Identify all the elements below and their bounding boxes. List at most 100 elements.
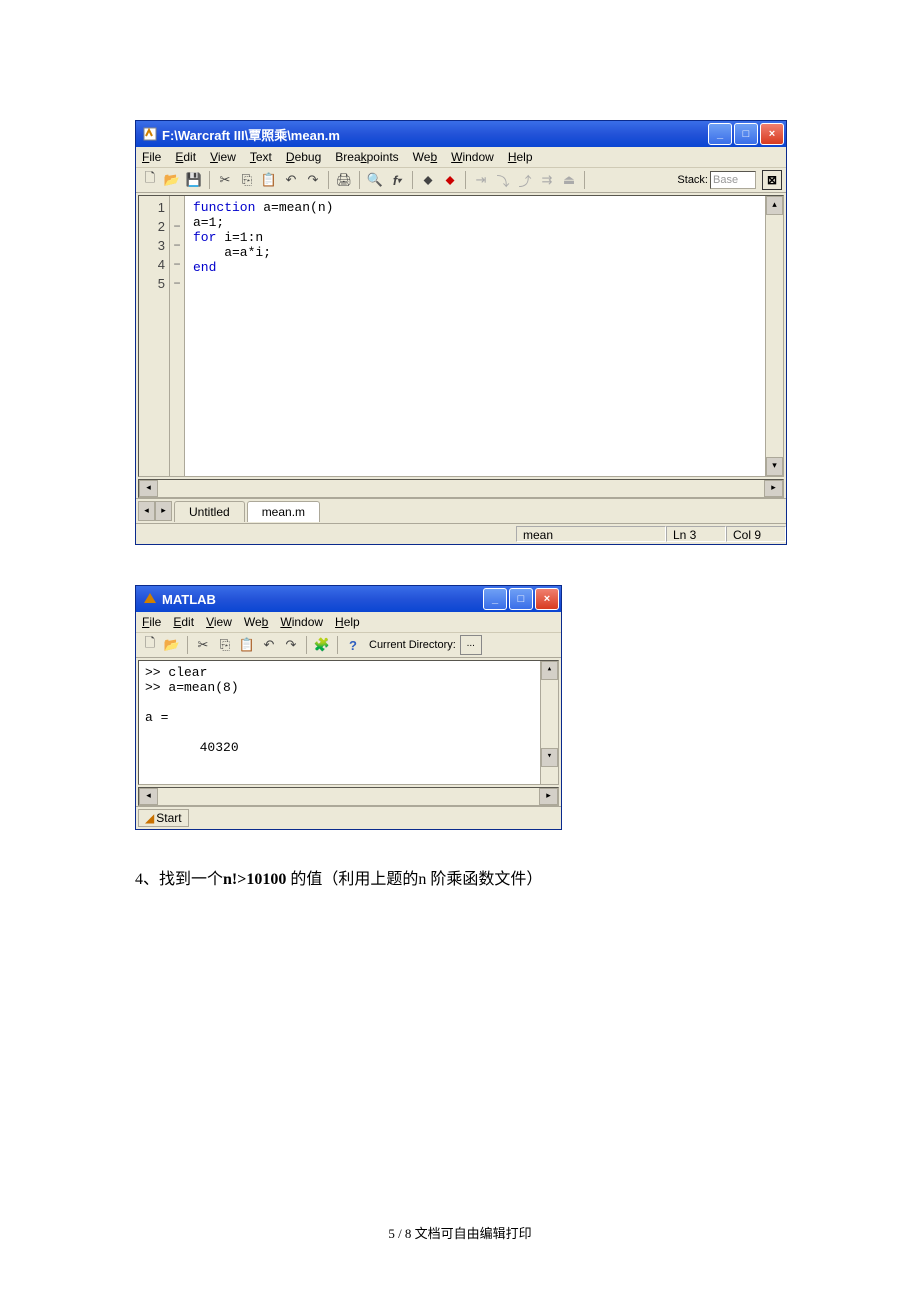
scroll-down-icon[interactable]: ▾: [541, 748, 558, 767]
scroll-down-icon[interactable]: ▾: [766, 457, 783, 476]
menu-debug[interactable]: Debug: [286, 150, 321, 164]
save-icon[interactable]: 💾: [184, 170, 204, 190]
scroll-up-icon[interactable]: ▴: [766, 196, 783, 215]
menu-view[interactable]: View: [210, 150, 236, 164]
continue-icon[interactable]: ⇉: [537, 170, 557, 190]
menu-file[interactable]: File: [142, 150, 161, 164]
print-icon[interactable]: 🖨: [334, 170, 354, 190]
copy-icon[interactable]: ⎘: [237, 170, 257, 190]
fold-gutter: −−−−: [170, 196, 185, 476]
menu-file[interactable]: File: [142, 615, 161, 629]
menu-window[interactable]: Window: [451, 150, 494, 164]
matlab-titlebar[interactable]: MATLAB _ □ ×: [136, 586, 561, 612]
undo-icon[interactable]: ↶: [281, 170, 301, 190]
matlab-window: MATLAB _ □ × File Edit View Web Window Help 🗋…: [135, 585, 562, 830]
menu-web[interactable]: Web: [244, 615, 268, 629]
help-icon[interactable]: ?: [343, 635, 363, 655]
menu-breakpoints[interactable]: Breakpoints: [335, 150, 398, 164]
menu-edit[interactable]: Edit: [173, 615, 194, 629]
status-function: mean: [516, 526, 666, 542]
window-buttons: _ □ ×: [483, 588, 559, 610]
browse-dir-button[interactable]: ...: [460, 635, 482, 655]
status-col: Col 9: [726, 526, 786, 542]
tab-untitled[interactable]: Untitled: [174, 501, 245, 522]
tab-mean[interactable]: mean.m: [247, 501, 320, 522]
tab-next-button[interactable]: ▸: [155, 501, 172, 521]
cut-icon[interactable]: ✂: [215, 170, 235, 190]
find-icon[interactable]: 🔍: [365, 170, 385, 190]
editor-titlebar[interactable]: F:\Warcraft III\覃照乘\mean.m _ □ ×: [136, 121, 786, 147]
page-footer: 5 / 8 文档可自由编辑打印: [0, 1223, 920, 1242]
close-button[interactable]: ×: [535, 588, 559, 610]
set-breakpoint-icon[interactable]: ⬥: [418, 170, 438, 190]
tab-prev-button[interactable]: ◂: [138, 501, 155, 521]
console-vscrollbar[interactable]: ▴ ▾: [540, 661, 558, 784]
menu-text[interactable]: Text: [250, 150, 272, 164]
code-area: 12345 −−−− function a=mean(n) a=1; for i…: [138, 195, 784, 477]
start-icon: ◢: [145, 811, 154, 825]
status-line: Ln 3: [666, 526, 726, 542]
scroll-left-icon[interactable]: ◂: [139, 788, 158, 805]
start-label: Start: [156, 811, 181, 825]
editor-statusbar: mean Ln 3 Col 9: [136, 523, 786, 544]
menu-help[interactable]: Help: [508, 150, 533, 164]
step-icon[interactable]: ⇥: [471, 170, 491, 190]
cut-icon[interactable]: ✂: [193, 635, 213, 655]
paste-icon[interactable]: 📋: [259, 170, 279, 190]
code-editor[interactable]: function a=mean(n) a=1; for i=1:n a=a*i;…: [185, 196, 765, 476]
menu-web[interactable]: Web: [413, 150, 437, 164]
scroll-right-icon[interactable]: ▸: [539, 788, 558, 805]
function-icon[interactable]: f▾: [387, 170, 407, 190]
editor-title: F:\Warcraft III\覃照乘\mean.m: [162, 125, 708, 144]
question-text: 4、找到一个n!>10100 的值（利用上题的n 阶乘函数文件）: [135, 871, 542, 888]
editor-hscrollbar[interactable]: ◂ ▸: [138, 479, 784, 498]
window-buttons: _ □ ×: [708, 123, 784, 145]
redo-icon[interactable]: ↷: [303, 170, 323, 190]
redo-icon[interactable]: ↷: [281, 635, 301, 655]
new-file-icon[interactable]: 🗋: [140, 170, 160, 190]
exit-debug-icon[interactable]: ⏏: [559, 170, 579, 190]
close-button[interactable]: ×: [760, 123, 784, 145]
current-dir-label: Current Directory:: [369, 639, 456, 651]
minimize-button[interactable]: _: [708, 123, 732, 145]
editor-tabs: ◂ ▸ Untitled mean.m: [136, 498, 786, 523]
line-gutter: 12345: [139, 196, 170, 476]
minimize-button[interactable]: _: [483, 588, 507, 610]
menu-view[interactable]: View: [206, 615, 232, 629]
new-file-icon[interactable]: 🗋: [140, 635, 160, 655]
stack-label: Stack:: [677, 174, 708, 186]
matlab-editor-icon: [142, 126, 158, 142]
menu-help[interactable]: Help: [335, 615, 360, 629]
matlab-menubar: File Edit View Web Window Help: [136, 612, 561, 632]
editor-vscrollbar[interactable]: ▴ ▾: [765, 196, 783, 476]
document-text: 4、找到一个n!>10100 的值（利用上题的n 阶乘函数文件）: [135, 865, 542, 889]
command-console[interactable]: >> clear >> a=mean(8) a = 40320 ▴ ▾: [138, 660, 559, 785]
editor-toolbar: 🗋 📂 💾 ✂ ⎘ 📋 ↶ ↷ 🖨 🔍 f▾ ⬥ ⬥ ⇥ ⤵ ⤴ ⇉ ⏏ Sta…: [136, 167, 786, 193]
maximize-button[interactable]: □: [509, 588, 533, 610]
step-in-icon[interactable]: ⤵: [493, 170, 513, 190]
editor-menubar: File Edit View Text Debug Breakpoints Web Windo…: [136, 147, 786, 167]
maximize-button[interactable]: □: [734, 123, 758, 145]
scroll-left-icon[interactable]: ◂: [139, 480, 158, 497]
scroll-right-icon[interactable]: ▸: [764, 480, 783, 497]
console-text: >> clear >> a=mean(8) a = 40320: [145, 665, 552, 755]
step-out-icon[interactable]: ⤴: [515, 170, 535, 190]
paste-icon[interactable]: 📋: [237, 635, 257, 655]
start-button[interactable]: ◢ Start: [138, 809, 189, 827]
matlab-title: MATLAB: [162, 592, 483, 607]
open-file-icon[interactable]: 📂: [162, 170, 182, 190]
scroll-up-icon[interactable]: ▴: [541, 661, 558, 680]
start-bar: ◢ Start: [136, 806, 561, 829]
simulink-icon[interactable]: 🧩: [312, 635, 332, 655]
menu-window[interactable]: Window: [280, 615, 323, 629]
menu-edit[interactable]: Edit: [175, 150, 196, 164]
open-file-icon[interactable]: 📂: [162, 635, 182, 655]
close-file-button[interactable]: ⊠: [762, 170, 782, 190]
copy-icon[interactable]: ⎘: [215, 635, 235, 655]
matlab-icon: [142, 591, 158, 607]
console-hscrollbar[interactable]: ◂ ▸: [138, 787, 559, 806]
editor-window: F:\Warcraft III\覃照乘\mean.m _ □ × File Edi…: [135, 120, 787, 545]
undo-icon[interactable]: ↶: [259, 635, 279, 655]
stack-select[interactable]: [710, 171, 756, 189]
clear-breakpoint-icon[interactable]: ⬥: [440, 170, 460, 190]
